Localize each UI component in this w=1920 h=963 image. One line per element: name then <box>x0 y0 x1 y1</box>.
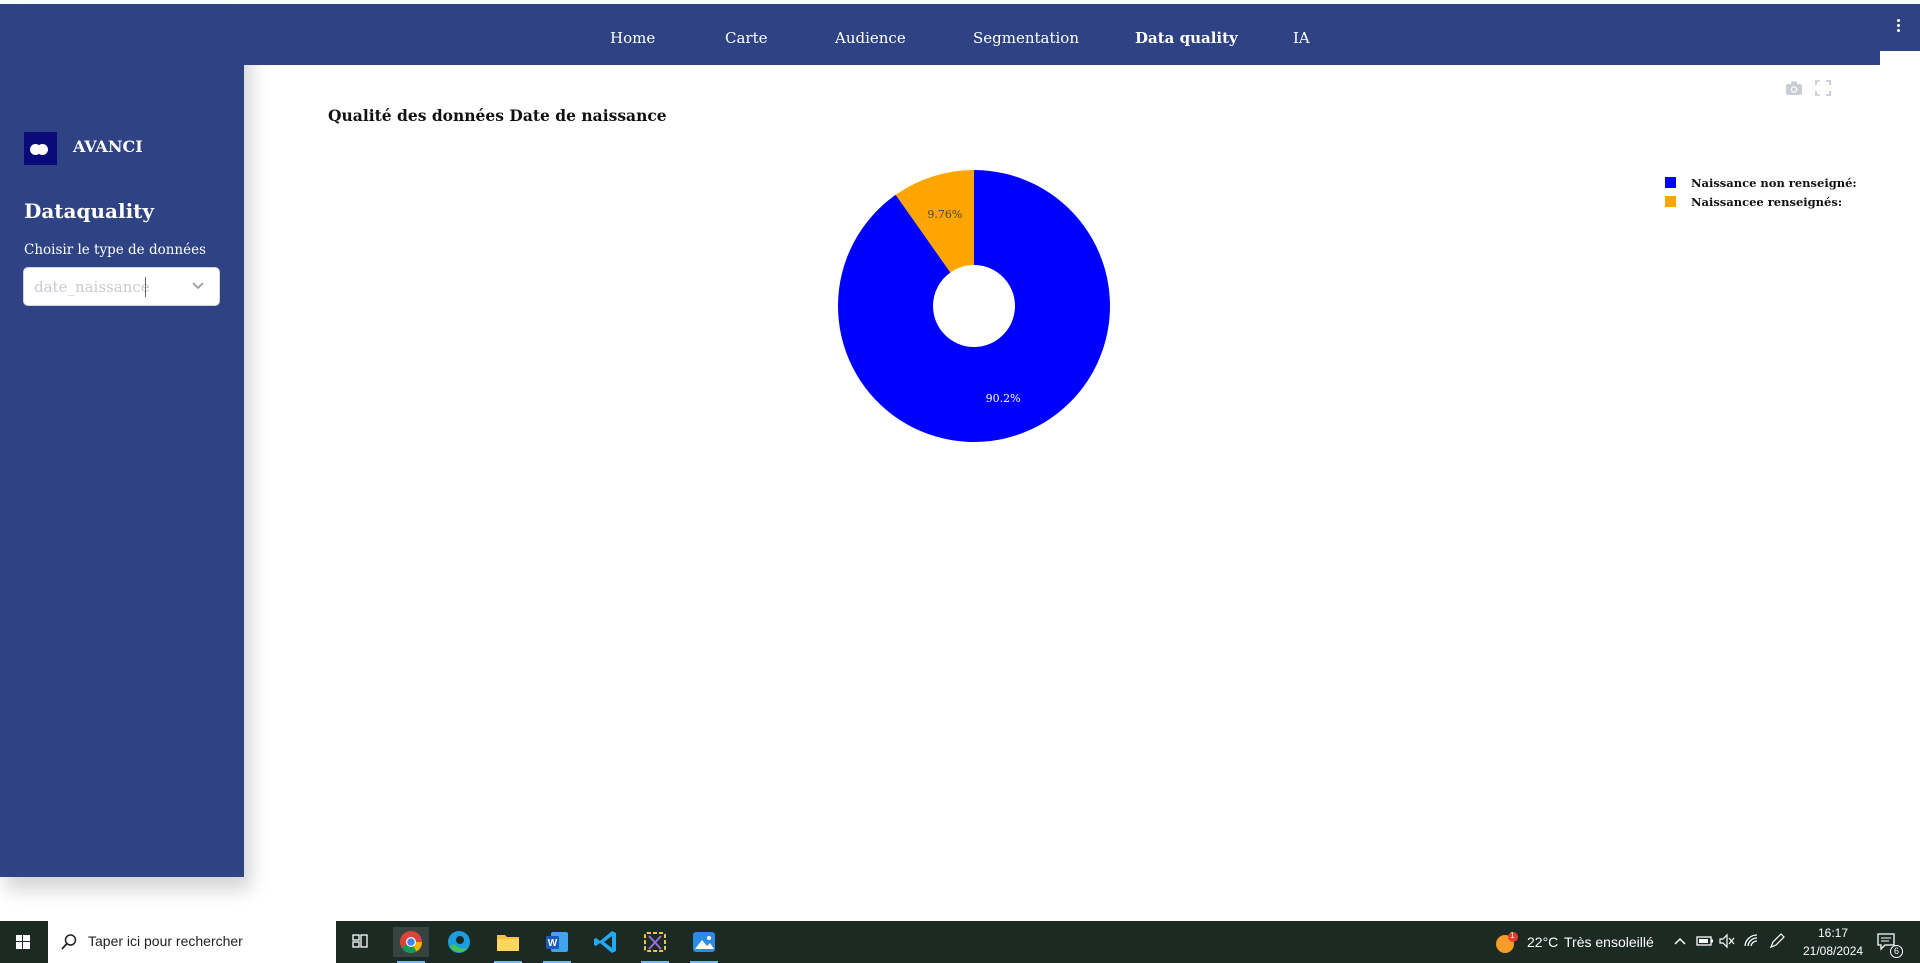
legend-label-0: Naissance non renseigné: <box>1691 176 1857 190</box>
photos-icon[interactable] <box>686 927 722 963</box>
weather-temperature[interactable]: 22°C <box>1527 934 1558 950</box>
chevron-up-icon[interactable] <box>1673 934 1687 948</box>
legend-swatch-1 <box>1665 196 1676 207</box>
svg-text:W: W <box>548 938 558 949</box>
pie-slice-label-0: 90.2% <box>986 392 1021 405</box>
windows-taskbar: Taper ici pour rechercher W 1 22°C Très … <box>0 921 1920 963</box>
battery-icon[interactable] <box>1696 934 1714 948</box>
avanci-logo <box>24 132 57 165</box>
camera-icon[interactable] <box>1785 80 1803 96</box>
vscode-icon[interactable] <box>588 927 624 957</box>
nav-carte[interactable]: Carte <box>725 29 768 47</box>
nav-audience[interactable]: Audience <box>835 29 906 47</box>
search-icon <box>61 934 77 950</box>
taskbar-search-placeholder: Taper ici pour rechercher <box>88 933 243 949</box>
data-type-select-value: date_naissance <box>34 278 150 296</box>
chrome-icon[interactable] <box>393 927 429 963</box>
sidebar-title: Dataquality <box>24 199 155 223</box>
pie-slice-label-1: 9.76% <box>927 208 962 221</box>
data-type-label: Choisir le type de données <box>24 242 207 258</box>
donut-chart: 90.2% 9.76% <box>838 170 1110 442</box>
legend-swatch-0 <box>1665 177 1676 188</box>
fullscreen-icon[interactable] <box>1815 80 1831 96</box>
weather-badge: 1 <box>1510 931 1515 940</box>
pen-icon[interactable] <box>1768 933 1786 949</box>
notification-count-badge: 6 <box>1890 945 1903 958</box>
nav-ia[interactable]: IA <box>1293 29 1310 47</box>
weather-sun-icon[interactable] <box>1494 931 1520 955</box>
clock-time[interactable]: 16:17 <box>1818 926 1848 940</box>
file-explorer-icon[interactable] <box>490 927 526 963</box>
nav-home[interactable]: Home <box>610 29 655 47</box>
brand-name: AVANCI <box>73 137 143 156</box>
taskbar-search-box[interactable]: Taper ici pour rechercher <box>48 921 336 963</box>
chart-title: Qualité des données Date de naissance <box>328 106 667 125</box>
nav-data-quality[interactable]: Data quality <box>1135 29 1238 47</box>
text-cursor <box>145 277 146 297</box>
data-type-select[interactable]: date_naissance <box>23 267 220 306</box>
word-icon[interactable]: W <box>539 927 575 963</box>
chevron-down-icon[interactable] <box>191 278 205 292</box>
clock-date[interactable]: 21/08/2024 <box>1803 944 1863 958</box>
speaker-muted-icon[interactable] <box>1718 933 1736 949</box>
windows-start-icon[interactable] <box>0 921 46 963</box>
weather-description[interactable]: Très ensoleillé <box>1564 934 1654 950</box>
snipping-tool-icon[interactable] <box>637 927 673 963</box>
task-view-icon[interactable] <box>342 927 378 957</box>
wifi-icon[interactable] <box>1743 933 1761 949</box>
kebab-menu-icon[interactable] <box>1893 18 1903 36</box>
sidebar: AVANCI Dataquality Choisir le type de do… <box>0 4 244 877</box>
legend-label-1: Naissancee renseignés: <box>1691 195 1843 209</box>
nav-segmentation[interactable]: Segmentation <box>973 29 1079 47</box>
edge-icon[interactable] <box>441 927 477 957</box>
